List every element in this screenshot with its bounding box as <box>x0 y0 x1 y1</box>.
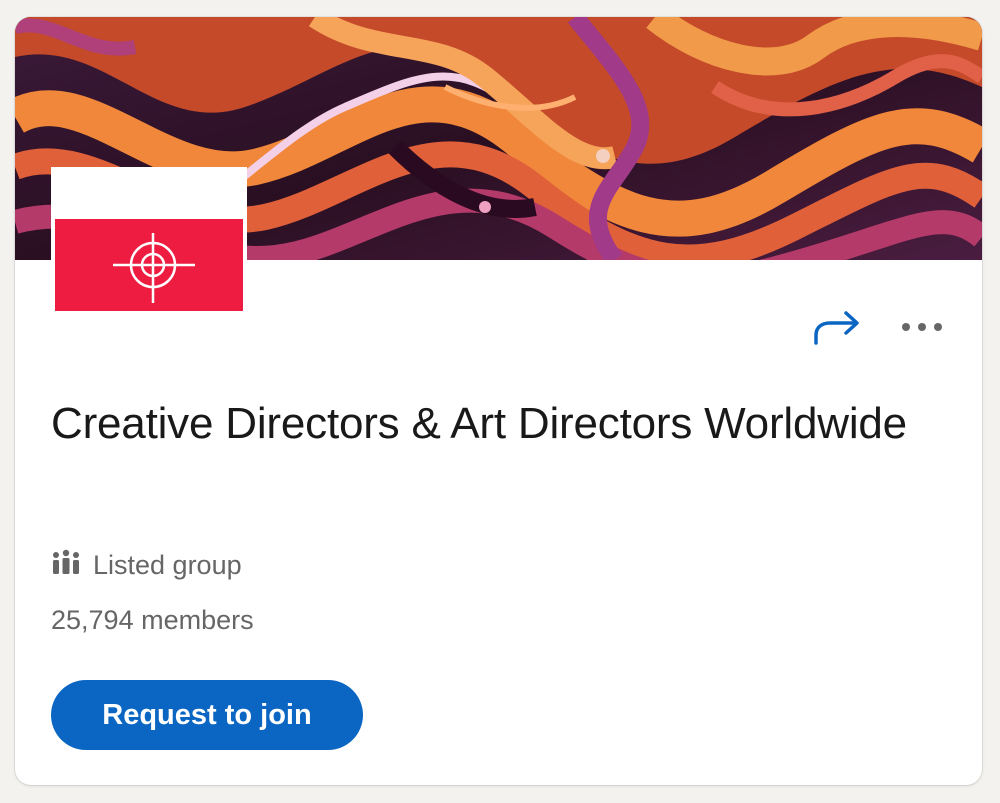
group-logo <box>51 167 247 313</box>
share-arrow-icon[interactable] <box>812 307 862 347</box>
card-actions <box>812 307 944 347</box>
logo-emblem <box>55 219 243 311</box>
member-count[interactable]: 25,794 members <box>51 605 254 636</box>
people-icon <box>51 549 81 582</box>
request-to-join-button[interactable]: Request to join <box>51 680 363 750</box>
group-visibility: Listed group <box>51 549 242 582</box>
more-options-icon[interactable] <box>900 321 944 333</box>
crosshair-icon <box>113 233 195 303</box>
group-title[interactable]: Creative Directors & Art Directors World… <box>51 389 931 458</box>
group-card: Creative Directors & Art Directors World… <box>15 17 982 785</box>
visibility-label: Listed group <box>93 550 242 580</box>
